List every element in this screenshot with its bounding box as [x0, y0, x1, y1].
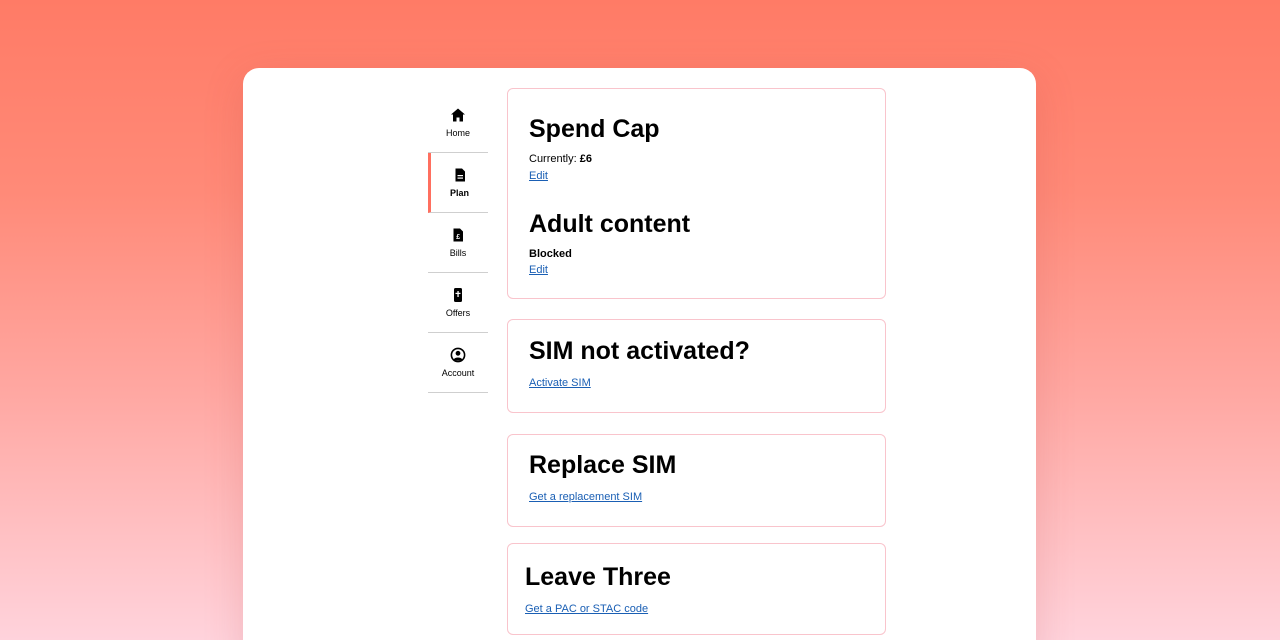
mobile-offer-icon [454, 287, 462, 302]
nav-item-bills[interactable]: £ Bills [428, 213, 488, 273]
leave-three-card: Leave Three Get a PAC or STAC code [507, 543, 886, 635]
replace-sim-card: Replace SIM Get a replacement SIM [507, 434, 886, 527]
nav-item-plan[interactable]: Plan [428, 153, 488, 213]
nav-label-account: Account [441, 367, 475, 378]
pac-stac-link[interactable]: Get a PAC or STAC code [525, 603, 648, 616]
document-icon [455, 168, 465, 181]
nav-label-offers: Offers [445, 307, 471, 318]
nav-item-account[interactable]: Account [428, 333, 488, 393]
activate-sim-link[interactable]: Activate SIM [529, 377, 591, 390]
nav-label-bills: Bills [449, 247, 467, 258]
settings-card: Spend Cap Currently: £6 Edit Adult conte… [507, 88, 886, 299]
nav-item-offers[interactable]: Offers [428, 273, 488, 333]
spend-cap-current: Currently: £6 [529, 153, 592, 166]
spend-cap-prefix: Currently: [529, 153, 580, 165]
spend-cap-title: Spend Cap [529, 115, 660, 143]
replace-sim-title: Replace SIM [529, 451, 677, 479]
replacement-sim-link[interactable]: Get a replacement SIM [529, 491, 642, 504]
adult-content-title: Adult content [529, 210, 691, 238]
sim-not-activated-title: SIM not activated? [529, 337, 750, 365]
bill-icon: £ [453, 228, 463, 241]
nav-label-home: Home [445, 127, 470, 138]
svg-text:£: £ [456, 234, 460, 241]
activate-sim-card: SIM not activated? Activate SIM [507, 319, 886, 413]
adult-content-edit-link[interactable]: Edit [529, 264, 548, 277]
spend-cap-edit-link[interactable]: Edit [529, 170, 548, 183]
leave-three-title: Leave Three [525, 563, 671, 591]
spend-cap-value: £6 [579, 153, 592, 165]
home-icon [451, 108, 465, 121]
user-circle-icon [450, 347, 466, 362]
adult-content-status: Blocked [529, 248, 572, 260]
nav-item-home[interactable]: Home [428, 93, 488, 153]
side-navigation: Home Plan £ Bills Offers Account [428, 93, 488, 393]
nav-label-plan: Plan [449, 187, 469, 198]
